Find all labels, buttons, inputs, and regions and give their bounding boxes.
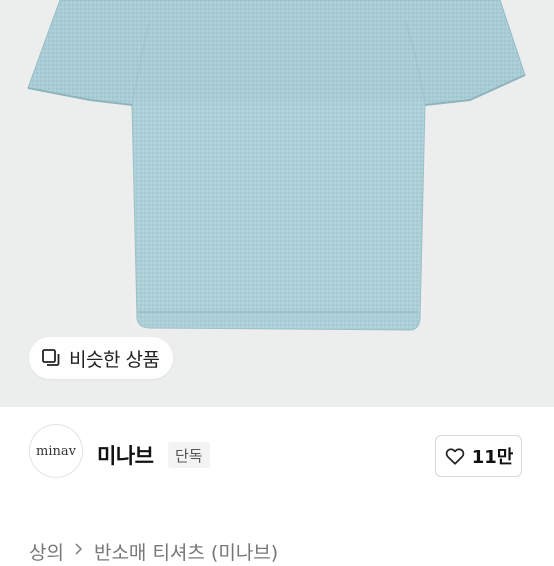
similar-products-label: 비슷한 상품 [69, 348, 160, 371]
brand-avatar[interactable]: minav [29, 424, 83, 478]
like-count: 11만 [471, 447, 514, 468]
exclusive-badge-label: 단독 [175, 446, 203, 465]
similar-products-button[interactable]: 비슷한 상품 [29, 337, 174, 379]
exclusive-badge: 단독 [168, 442, 210, 468]
heart-outline-icon [444, 445, 466, 467]
breadcrumb-subcategory[interactable]: 반소매 티셔츠 (미나브) [94, 538, 278, 565]
brand-name[interactable]: 미나브 [97, 440, 154, 470]
like-button[interactable]: 11만 [435, 435, 522, 477]
copy-icon [41, 348, 61, 368]
product-image-area[interactable]: 비슷한 상품 [0, 0, 554, 407]
chevron-right-icon [74, 541, 84, 561]
breadcrumb: 상의 반소매 티셔츠 (미나브) [29, 536, 278, 566]
brand-avatar-text: minav [36, 443, 76, 459]
breadcrumb-category[interactable]: 상의 [29, 538, 64, 565]
